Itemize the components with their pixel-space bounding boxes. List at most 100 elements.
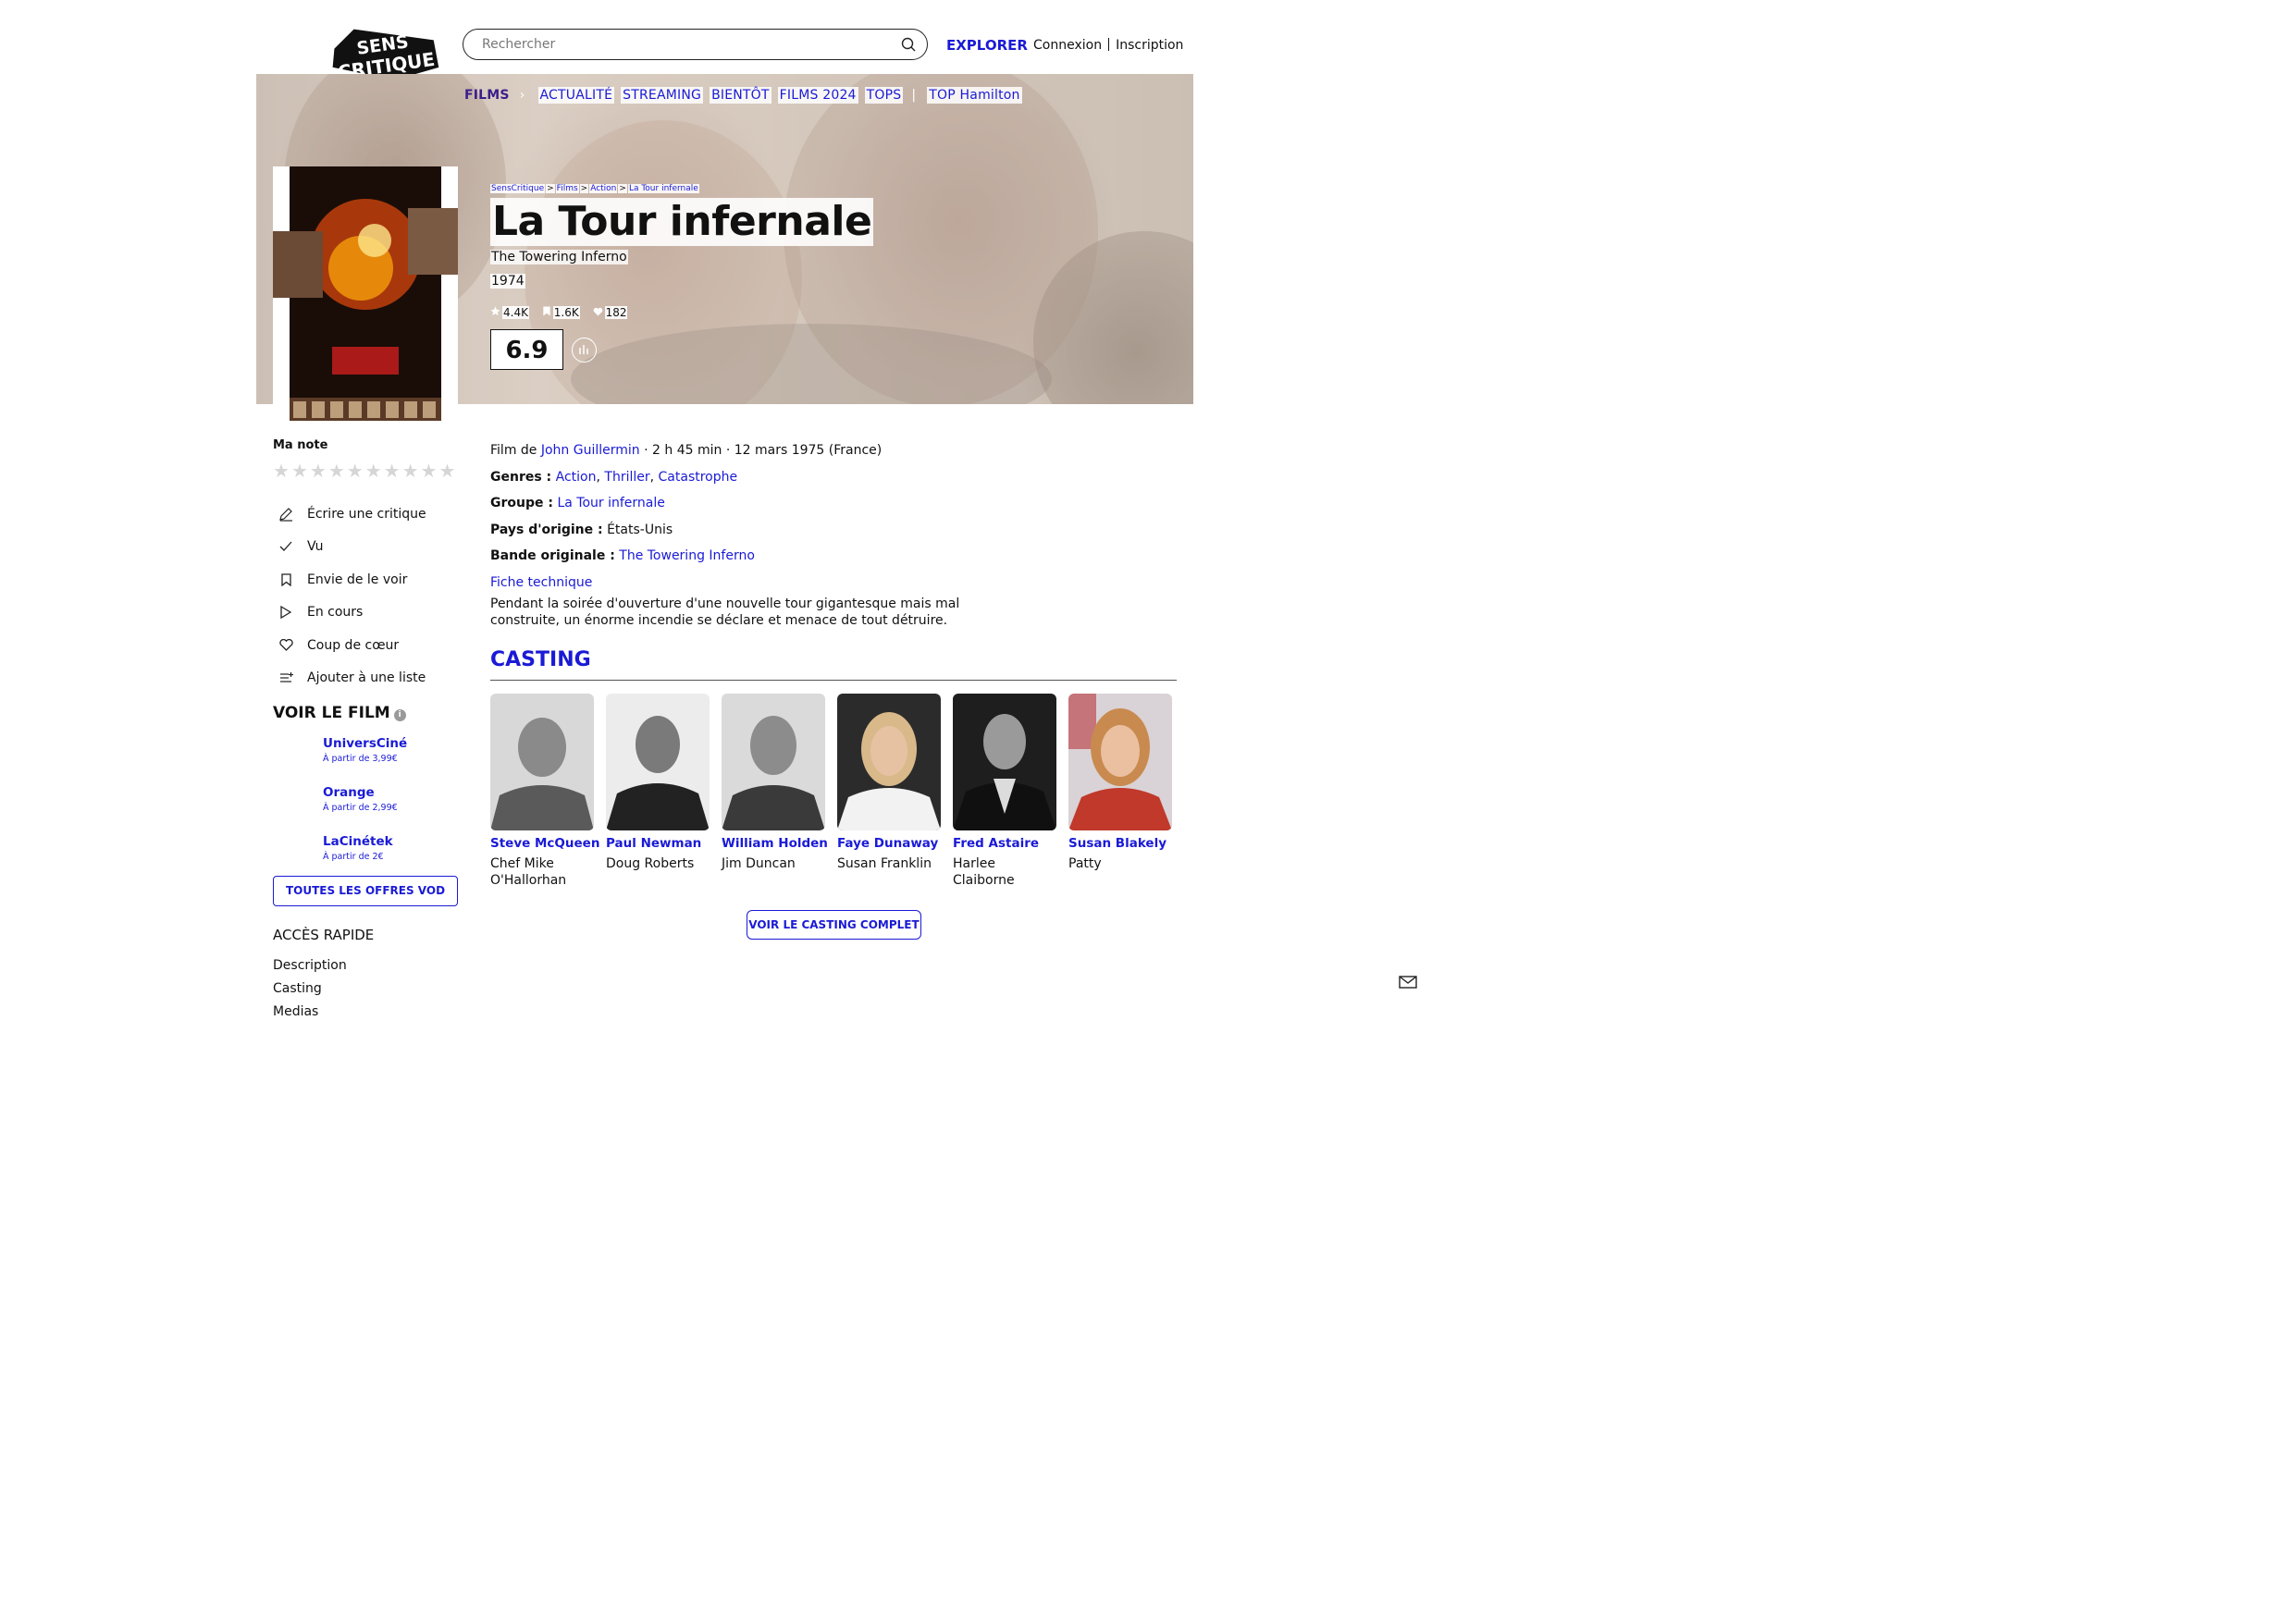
- rating-star-icon[interactable]: ★: [421, 460, 439, 482]
- rating-star-icon[interactable]: ★: [438, 460, 457, 482]
- quick-access-links: Description Casting Medias: [273, 954, 347, 1024]
- seen-action[interactable]: Vu: [278, 531, 426, 564]
- quick-link-medias[interactable]: Medias: [273, 1001, 347, 1024]
- rating-star-icon[interactable]: ★: [347, 460, 365, 482]
- breadcrumb-item[interactable]: La Tour infernale: [627, 184, 699, 193]
- nav-bientot[interactable]: BIENTÔT: [710, 87, 772, 104]
- group-link[interactable]: La Tour infernale: [557, 496, 664, 510]
- search-icon[interactable]: [901, 37, 916, 52]
- vod-offer[interactable]: LaCinétek À partir de 2€: [323, 834, 393, 862]
- rating-star-icon[interactable]: ★: [365, 460, 384, 482]
- cast-card[interactable]: William Holden Jim Duncan: [722, 694, 828, 872]
- action-label: Envie de le voir: [307, 572, 408, 587]
- soundtrack-label: Bande originale :: [490, 548, 615, 563]
- breadcrumb-item[interactable]: Films: [555, 184, 579, 193]
- rating-star-icon[interactable]: ★: [273, 460, 291, 482]
- nav-films-2024[interactable]: FILMS 2024: [777, 87, 858, 104]
- tech-sheet-link[interactable]: Fiche technique: [490, 575, 592, 590]
- add-to-list-action[interactable]: Ajouter à une liste: [278, 662, 426, 695]
- movie-details: Film de John Guillermin · 2 h 45 min · 1…: [490, 437, 882, 596]
- rating-distribution-button[interactable]: [572, 338, 597, 363]
- actor-photo[interactable]: [1068, 694, 1172, 830]
- actor-role: Jim Duncan: [722, 856, 796, 871]
- genre-link[interactable]: Action: [556, 470, 597, 485]
- quick-link-description[interactable]: Description: [273, 954, 347, 977]
- wishlist-action[interactable]: Envie de le voir: [278, 563, 426, 596]
- vod-offer[interactable]: Orange À partir de 2,99€: [323, 785, 398, 813]
- cast-card[interactable]: Faye Dunaway Susan Franklin: [837, 694, 941, 872]
- genres-label: Genres :: [490, 469, 552, 485]
- soundtrack-line: Bande originale : The Towering Inferno: [490, 543, 882, 570]
- nav-actualite[interactable]: ACTUALITÉ: [537, 87, 615, 104]
- explorer-link[interactable]: EXPLORER: [946, 37, 1028, 54]
- actor-name[interactable]: Susan Blakely: [1068, 836, 1172, 851]
- genre-link[interactable]: Thriller: [604, 470, 649, 485]
- breadcrumb: SensCritique > Films > Action > La Tour infern…: [490, 184, 699, 193]
- write-review-action[interactable]: Écrire une critique: [278, 498, 426, 531]
- my-rating-label: Ma note: [273, 438, 328, 452]
- nav-films[interactable]: FILMS: [463, 87, 512, 104]
- search-bar[interactable]: [463, 29, 928, 60]
- actor-name[interactable]: Steve McQueen: [490, 836, 599, 851]
- nav-top-hamilton[interactable]: TOP Hamilton: [927, 87, 1022, 104]
- actor-photo[interactable]: [606, 694, 710, 830]
- full-cast-button[interactable]: VOIR LE CASTING COMPLET: [747, 910, 921, 940]
- director-line: Film de John Guillermin · 2 h 45 min · 1…: [490, 437, 882, 464]
- cast-card[interactable]: Steve McQueen Chef Mike O'Hallorhan: [490, 694, 599, 889]
- mail-icon[interactable]: [1399, 975, 1417, 990]
- signup-link[interactable]: Inscription: [1116, 38, 1183, 53]
- tech-sheet-line: Fiche technique: [490, 570, 882, 596]
- actor-name[interactable]: Fred Astaire: [953, 836, 1056, 851]
- vod-offer[interactable]: UniversCiné À partir de 3,99€: [323, 736, 407, 764]
- actor-role: Susan Franklin: [837, 856, 932, 871]
- film-by-label: Film de: [490, 443, 537, 458]
- action-label: En cours: [307, 605, 364, 621]
- movie-poster[interactable]: [273, 166, 458, 421]
- rating-star-icon[interactable]: ★: [328, 460, 347, 482]
- quick-link-casting[interactable]: Casting: [273, 977, 347, 1001]
- nav-streaming[interactable]: STREAMING: [621, 87, 704, 104]
- actor-photo[interactable]: [490, 694, 594, 830]
- actor-photo[interactable]: [722, 694, 825, 830]
- in-progress-action[interactable]: En cours: [278, 596, 426, 630]
- actor-name[interactable]: William Holden: [722, 836, 828, 851]
- actor-role: Patty: [1068, 856, 1102, 871]
- favorite-action[interactable]: Coup de cœur: [278, 629, 426, 662]
- average-score: 6.9: [490, 329, 563, 370]
- heart-icon: [278, 637, 294, 654]
- breadcrumb-item[interactable]: SensCritique: [490, 184, 546, 193]
- star-icon: [490, 306, 500, 316]
- all-vod-offers-button[interactable]: TOUTES LES OFFRES VOD: [273, 876, 458, 906]
- actor-photo[interactable]: [953, 694, 1056, 830]
- cast-card[interactable]: Paul Newman Doug Roberts: [606, 694, 710, 872]
- rating-star-icon[interactable]: ★: [310, 460, 328, 482]
- pencil-icon: [278, 506, 294, 523]
- genre-link[interactable]: Catastrophe: [659, 470, 738, 485]
- search-input[interactable]: [480, 36, 891, 53]
- synopsis: Pendant la soirée d'ouverture d'une nouv…: [490, 596, 960, 628]
- rating-star-icon[interactable]: ★: [291, 460, 310, 482]
- vod-price: À partir de 2,99€: [323, 803, 398, 813]
- info-icon[interactable]: i: [393, 709, 406, 721]
- nav-tops[interactable]: TOPS: [864, 87, 904, 104]
- actor-name[interactable]: Paul Newman: [606, 836, 710, 851]
- watch-title-text: VOIR LE FILM: [273, 704, 390, 722]
- cast-card[interactable]: Susan Blakely Patty: [1068, 694, 1172, 872]
- vod-provider: LaCinétek: [323, 834, 393, 849]
- genres-line: Genres : Action, Thriller, Catastrophe: [490, 469, 738, 485]
- wishlist-count: 1.6K: [542, 306, 580, 319]
- actor-role: Chef Mike O'Hallorhan: [490, 856, 567, 888]
- cast-card[interactable]: Fred Astaire Harlee Claiborne: [953, 694, 1056, 889]
- director-link[interactable]: John Guillermin: [541, 443, 640, 458]
- rating-star-icon[interactable]: ★: [384, 460, 402, 482]
- original-title: The Towering Inferno: [490, 250, 628, 264]
- rating-star-icon[interactable]: ★: [402, 460, 421, 482]
- bookmark-icon: [543, 306, 550, 316]
- breadcrumb-item[interactable]: Action: [589, 184, 618, 193]
- login-link[interactable]: Connexion: [1033, 38, 1102, 53]
- soundtrack-link[interactable]: The Towering Inferno: [619, 548, 755, 563]
- actor-name[interactable]: Faye Dunaway: [837, 836, 941, 851]
- my-rating-stars[interactable]: ★★★★★★★★★★: [273, 460, 457, 482]
- country-line: Pays d'origine : États-Unis: [490, 517, 882, 544]
- actor-photo[interactable]: [837, 694, 941, 830]
